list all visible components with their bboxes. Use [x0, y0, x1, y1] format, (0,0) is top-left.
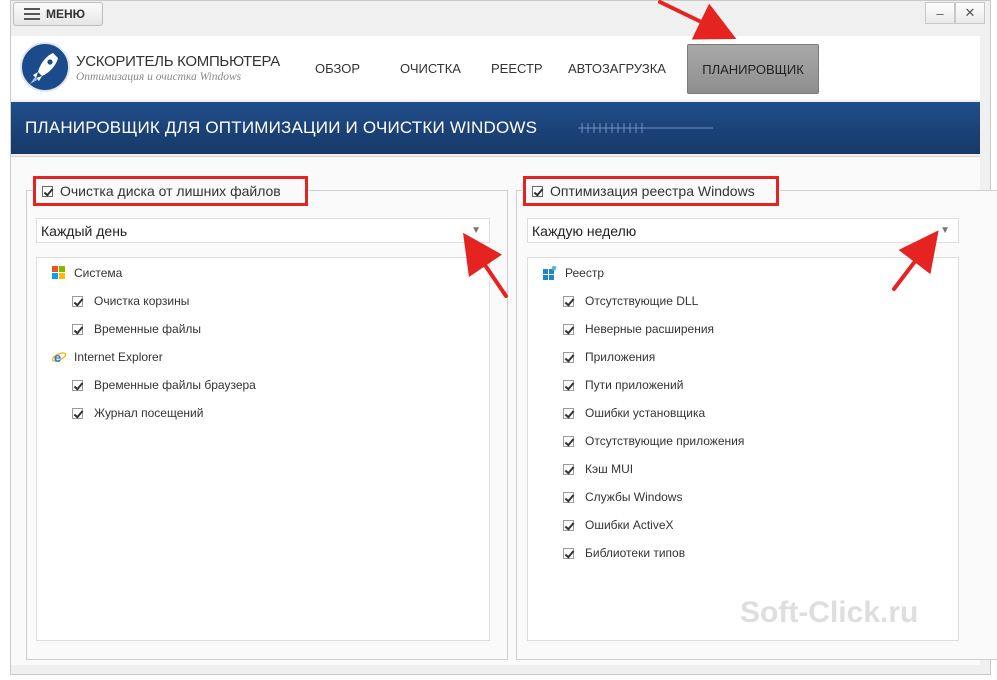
arrow-to-right-dropdown [892, 230, 939, 291]
arrow-to-scheduler-tab [658, 0, 737, 40]
annotation-arrows [463, 0, 939, 298]
arrow-to-left-dropdown [463, 232, 508, 298]
